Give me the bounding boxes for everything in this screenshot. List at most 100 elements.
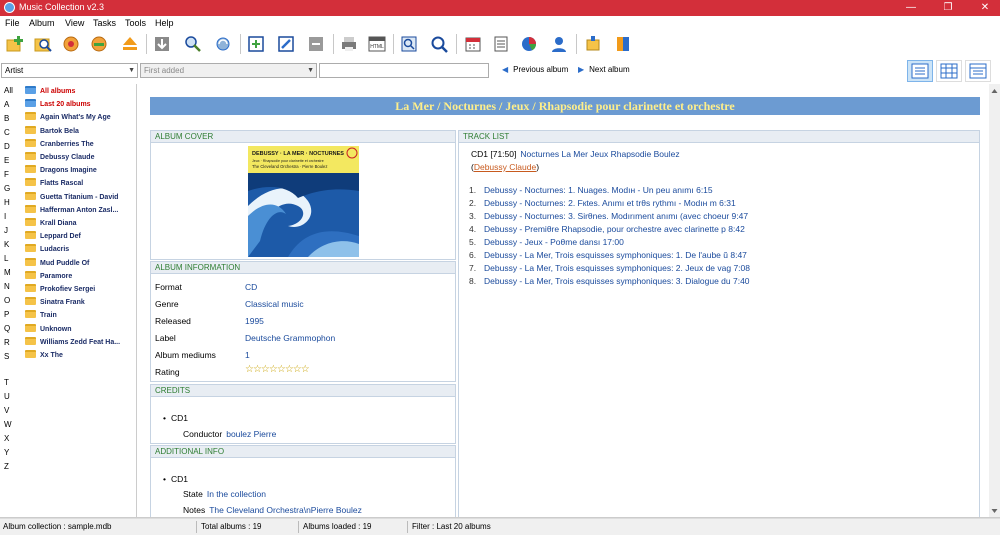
edit-album-icon[interactable] (61, 34, 81, 54)
letter-z[interactable]: Z (4, 462, 9, 471)
letter-r[interactable]: R (4, 338, 10, 347)
letter-n[interactable]: N (4, 282, 10, 291)
track-row[interactable]: 2. Debussy - Nocturnes: 2. Fкtes. Anımı e… (469, 198, 736, 208)
album-list-item[interactable]: Dragons Imagine (25, 165, 97, 177)
letter-k[interactable]: K (4, 240, 9, 249)
track-row[interactable]: 4. Debussy - Premiθre Rhapsodie, pour orc… (469, 224, 745, 234)
album-list-item[interactable]: Ludacris (25, 244, 69, 256)
letter-i[interactable]: I (4, 212, 6, 221)
letter-o[interactable]: O (4, 296, 10, 305)
menu-tools[interactable]: Tools (125, 18, 146, 28)
track-row[interactable]: 6. Debussy - La Mer, Trois esquisses symp… (469, 250, 747, 260)
album-list-item[interactable]: Mud Puddle Of (25, 257, 89, 270)
grid-view-button[interactable] (936, 60, 962, 82)
letter-q[interactable]: Q (4, 324, 10, 333)
track-row[interactable]: 3. Debussy - Nocturnes: 3. Sirθnes. Modır… (469, 211, 748, 221)
letter-y[interactable]: Y (4, 448, 9, 457)
album-list-item[interactable]: Flatts Rascal (25, 178, 83, 190)
letter-all[interactable]: All (4, 86, 13, 95)
album-list-item[interactable]: Krall Diana (25, 218, 77, 230)
album-list-item-special[interactable]: All albums (25, 86, 75, 98)
menu-view[interactable]: View (65, 18, 84, 28)
letter-f[interactable]: F (4, 170, 9, 179)
html-export-icon[interactable]: HTML (367, 34, 387, 54)
close-button[interactable]: ✕ (970, 0, 1000, 16)
menu-file[interactable]: File (5, 18, 20, 28)
book-icon[interactable] (613, 34, 633, 54)
letter-g[interactable]: G (4, 184, 10, 193)
album-list-item[interactable]: Guetta Titanium - David (25, 191, 118, 204)
album-list-item[interactable]: Again What's My Age (25, 112, 111, 124)
track-row[interactable]: 7. Debussy - La Mer, Trois esquisses symp… (469, 263, 750, 273)
printer-icon[interactable] (339, 34, 359, 54)
group-by-select[interactable]: Artist ▼ (1, 63, 138, 78)
previous-album-button[interactable]: ◀ Previous album (502, 65, 568, 74)
letter-c[interactable]: C (4, 128, 10, 137)
album-cover-image[interactable]: DEBUSSY · LA MER · NOCTURNES Jeux · Rhap… (248, 146, 359, 257)
label-value[interactable]: Deutsche Grammophon (245, 333, 335, 343)
collapse-icon[interactable] (306, 34, 326, 54)
album-list-item-special[interactable]: Last 20 albums (25, 99, 91, 111)
details-view-button[interactable] (907, 60, 933, 82)
album-list-item[interactable]: Train (25, 310, 57, 322)
next-album-button[interactable]: ▶ Next album (578, 65, 630, 74)
pie-chart-icon[interactable] (519, 34, 539, 54)
letter-b[interactable]: B (4, 114, 9, 123)
track-row[interactable]: 1. Debussy - Nocturnes: 1. Nuages. Modıн … (469, 185, 713, 195)
genre-value[interactable]: Classical music (245, 299, 304, 309)
search-icon[interactable] (33, 34, 53, 54)
letter-x[interactable]: X (4, 434, 9, 443)
album-list-item[interactable]: Leppard Def (25, 231, 81, 243)
sort-by-select[interactable]: First added ▼ (140, 63, 317, 78)
calendar-icon[interactable] (463, 34, 483, 54)
album-list-item[interactable]: Debussy Claude (25, 152, 94, 164)
album-list-item[interactable]: Xx The (25, 350, 63, 362)
vertical-scrollbar[interactable] (989, 84, 1000, 518)
track-row[interactable]: 5. Debussy - Jeux - Poθme dansı 17:00 (469, 237, 624, 247)
letter-t[interactable]: T (4, 378, 9, 387)
find-icon[interactable] (183, 34, 203, 54)
album-list-item[interactable]: Prokofiev Sergei (25, 284, 95, 296)
menu-tasks[interactable]: Tasks (93, 18, 116, 28)
album-list-item[interactable]: Bartok Bela (25, 125, 79, 138)
preview-icon[interactable] (399, 34, 419, 54)
new-window-icon[interactable] (246, 34, 266, 54)
letter-w[interactable]: W (4, 420, 12, 429)
artist-link[interactable]: Debussy Claude (474, 162, 536, 172)
search-input[interactable] (319, 63, 489, 78)
album-list-item[interactable]: Cranberries The (25, 138, 94, 151)
letter-l[interactable]: L (4, 254, 8, 263)
letter-m[interactable]: M (4, 268, 11, 277)
edit-icon[interactable] (276, 34, 296, 54)
letter-u[interactable]: U (4, 392, 10, 401)
zoom-icon[interactable] (429, 34, 449, 54)
album-list-item[interactable]: Unknown (25, 323, 72, 336)
letter-d[interactable]: D (4, 142, 10, 151)
album-list-item[interactable]: Paramore (25, 270, 72, 283)
menu-help[interactable]: Help (155, 18, 174, 28)
album-list-item[interactable]: Williams Zedd Feat Ha... (25, 336, 120, 349)
album-list-item[interactable]: Sinatra Frank (25, 297, 85, 309)
album-list-item[interactable]: Hafferman Anton Zasl... (25, 204, 118, 217)
letter-v[interactable]: V (4, 406, 9, 415)
credit-value[interactable]: boulez Pierre (226, 429, 276, 439)
track-row[interactable]: 8. Debussy - La Mer, Trois esquisses symp… (469, 276, 750, 286)
letter-s[interactable]: S (4, 352, 9, 361)
add-album-icon[interactable] (5, 34, 25, 54)
download-icon[interactable] (152, 34, 172, 54)
rating-stars[interactable]: ☆☆☆☆☆☆☆☆ (245, 364, 310, 375)
letter-h[interactable]: H (4, 198, 10, 207)
menu-album[interactable]: Album (29, 18, 55, 28)
refresh-icon[interactable] (213, 34, 233, 54)
minimize-button[interactable]: — (896, 0, 926, 16)
list-view-button[interactable] (965, 60, 991, 82)
maximize-button[interactable]: ❐ (933, 0, 963, 16)
released-value[interactable]: 1995 (245, 316, 264, 326)
delete-album-icon[interactable] (89, 34, 109, 54)
letter-e[interactable]: E (4, 156, 9, 165)
letter-p[interactable]: P (4, 310, 9, 319)
eject-icon[interactable] (120, 34, 140, 54)
user-icon[interactable] (549, 34, 569, 54)
plugin-icon[interactable] (583, 34, 603, 54)
letter-j[interactable]: J (4, 226, 8, 235)
